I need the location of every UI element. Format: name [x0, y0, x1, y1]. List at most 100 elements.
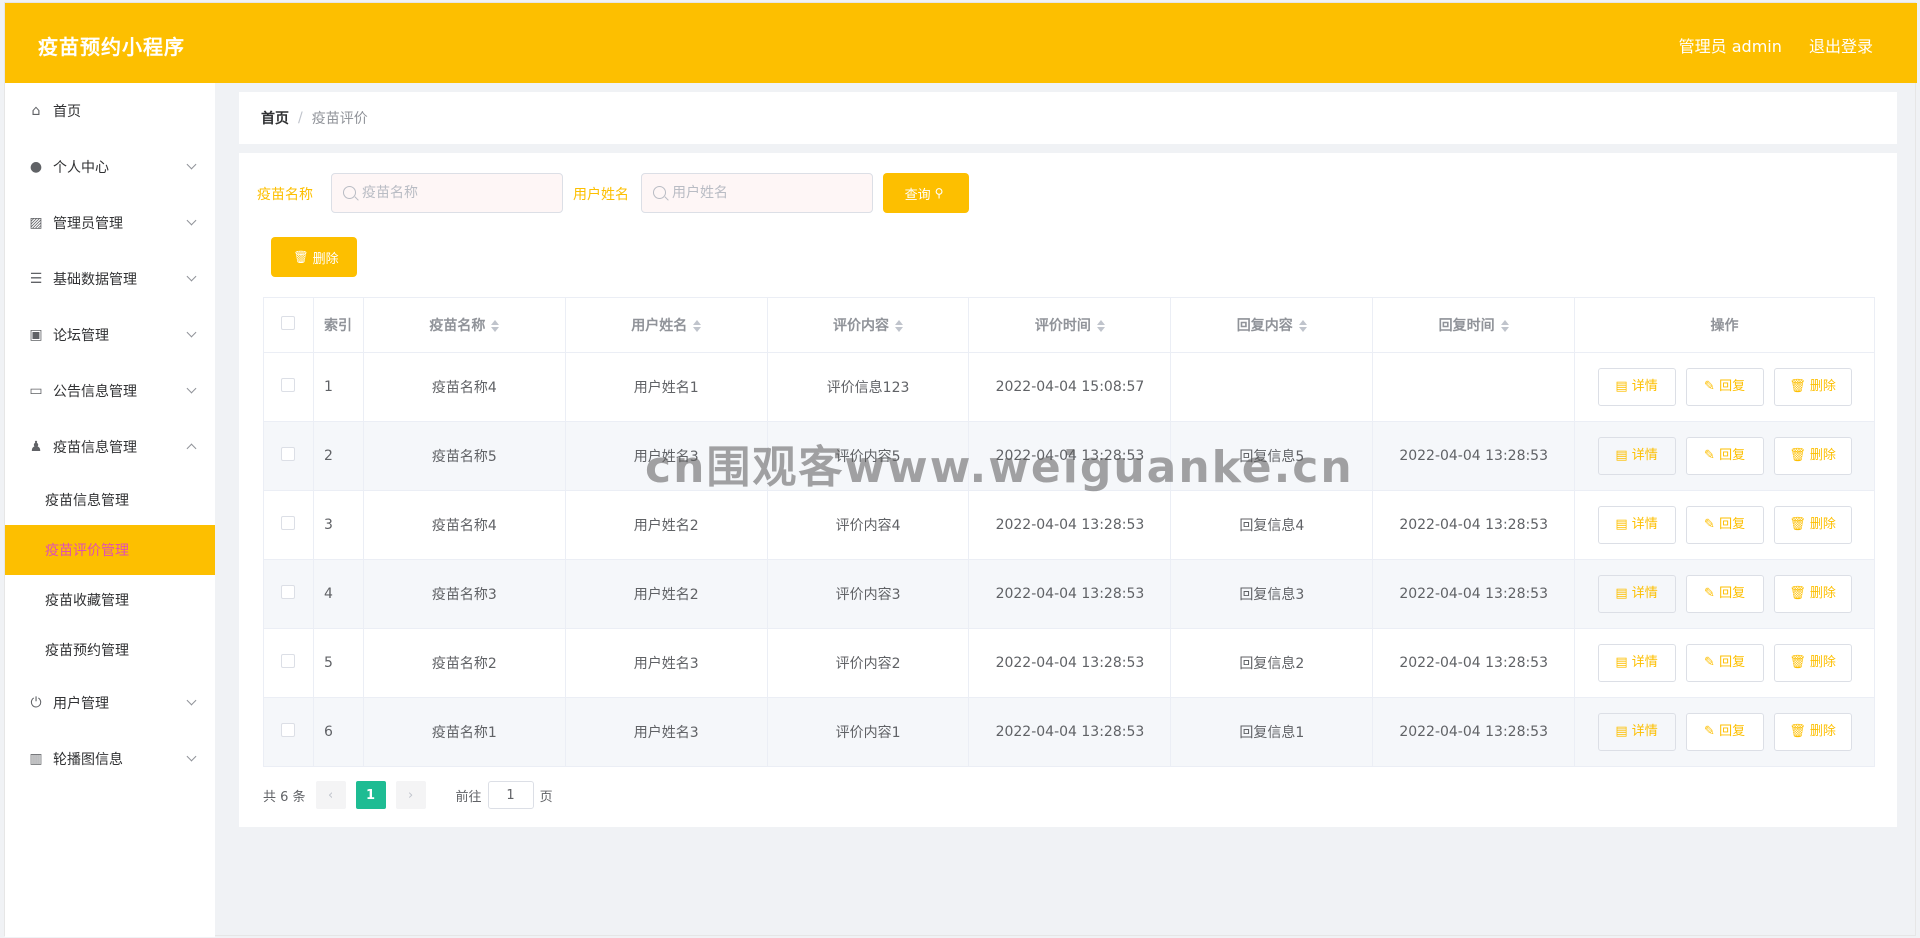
row-checkbox[interactable] [281, 447, 296, 461]
reply-button[interactable]: ✎ 回复 [1685, 437, 1764, 475]
reply-button[interactable]: ✎ 回复 [1685, 506, 1764, 544]
row-select-cell[interactable] [263, 421, 314, 491]
vaccine-name-input[interactable] [331, 173, 563, 213]
query-button[interactable]: 查询 ⚲ [883, 173, 969, 213]
select-all-cell[interactable] [263, 297, 314, 353]
sort-icon[interactable] [1298, 320, 1307, 332]
sidebar-item-label: 疫苗信息管理 [53, 440, 137, 456]
logout-link[interactable]: 退出登录 [1809, 37, 1873, 56]
prev-page-button[interactable]: ‹ [315, 781, 346, 809]
sidebar-subitem-vaccine-booking[interactable]: 疫苗预约管理 [5, 625, 215, 675]
table-cell: 2022-04-04 13:28:53 [1372, 559, 1576, 629]
sort-icon[interactable] [491, 320, 500, 332]
user-name-input[interactable] [641, 173, 873, 213]
top-bar: 疫苗预约小程序 管理员 admin 退出登录 [5, 3, 1917, 83]
delete-label: 删除 [1809, 448, 1836, 463]
sidebar-item-notice[interactable]: ▭ 公告信息管理 [5, 363, 215, 419]
sidebar-subitem-vaccine-favorite[interactable]: 疫苗收藏管理 [5, 575, 215, 625]
user-name-label: 用户姓名 [573, 187, 629, 203]
row-select-cell[interactable] [263, 490, 314, 560]
select-all-checkbox[interactable] [281, 316, 296, 330]
delete-button[interactable]: 🗑 删除 [1773, 575, 1852, 613]
sidebar-item-admin[interactable]: ▨ 管理员管理 [5, 195, 215, 251]
detail-button[interactable]: ▤ 详情 [1597, 644, 1676, 682]
sidebar-item-profile[interactable]: ● 个人中心 [5, 139, 215, 195]
sidebar-subitem-vaccine-review[interactable]: 疫苗评价管理 [5, 525, 215, 575]
row-select-cell[interactable] [263, 697, 314, 767]
delete-button[interactable]: 🗑 删除 [1773, 437, 1852, 475]
sidebar-item-vaccine-info[interactable]: ♟ 疫苗信息管理 [5, 419, 215, 475]
reply-button[interactable]: ✎ 回复 [1685, 368, 1764, 406]
row-checkbox[interactable] [281, 654, 296, 668]
table-cell: 回复信息3 [1170, 559, 1374, 629]
detail-label: 详情 [1631, 655, 1658, 670]
review-table: 索引 疫苗名称 用户姓名 评价内容 评价时间 回复内容 回复时间 操作 1 疫苗名… [263, 297, 1875, 767]
detail-label: 详情 [1631, 586, 1658, 601]
delete-button[interactable]: 🗑 删除 [1773, 506, 1852, 544]
chevron-down-icon [186, 159, 197, 170]
detail-label: 详情 [1631, 724, 1658, 739]
table-row: 5 疫苗名称2 用户姓名3 评价内容2 2022-04-04 13:28:53 回复信息2… [263, 628, 1875, 698]
table-cell: 评价内容4 [766, 490, 970, 560]
sort-icon[interactable] [1500, 320, 1509, 332]
sidebar-item-label: 首页 [53, 104, 81, 120]
row-checkbox[interactable] [281, 585, 296, 599]
sort-icon[interactable] [693, 320, 702, 332]
sidebar-item-forum[interactable]: ▣ 论坛管理 [5, 307, 215, 363]
sidebar-item-label: 轮播图信息 [53, 752, 123, 768]
row-checkbox[interactable] [281, 378, 296, 392]
table-cell: 2022-04-04 13:28:53 [1372, 421, 1576, 491]
detail-button[interactable]: ▤ 详情 [1597, 368, 1676, 406]
reply-label: 回复 [1719, 448, 1746, 463]
reply-button[interactable]: ✎ 回复 [1685, 644, 1764, 682]
table-cell [1170, 352, 1374, 422]
table-cell: 评价信息123 [766, 352, 970, 422]
header-reply-time[interactable]: 回复时间 [1372, 297, 1576, 353]
query-button-label: 查询 [904, 187, 931, 203]
row-actions: ▤ 详情 ✎ 回复 🗑 删除 [1574, 559, 1875, 629]
header-reply-content[interactable]: 回复内容 [1170, 297, 1374, 353]
row-select-cell[interactable] [263, 559, 314, 629]
table-cell [1372, 352, 1576, 422]
sort-icon[interactable] [1096, 320, 1105, 332]
delete-button[interactable]: 🗑 删除 [1773, 644, 1852, 682]
detail-button[interactable]: ▤ 详情 [1597, 713, 1676, 751]
goto-page-input[interactable] [487, 781, 534, 809]
sidebar-item-basic-data[interactable]: ☰ 基础数据管理 [5, 251, 215, 307]
reply-button[interactable]: ✎ 回复 [1685, 713, 1764, 751]
sort-icon[interactable] [895, 320, 904, 332]
sidebar-subitem-vaccine-info[interactable]: 疫苗信息管理 [5, 475, 215, 525]
sidebar-item-label: 公告信息管理 [53, 384, 137, 400]
detail-button[interactable]: ▤ 详情 [1597, 506, 1676, 544]
sidebar-item-carousel[interactable]: ▥ 轮播图信息 [5, 731, 215, 787]
header-user-name[interactable]: 用户姓名 [564, 297, 768, 353]
app-title: 疫苗预约小程序 [38, 35, 185, 59]
detail-button[interactable]: ▤ 详情 [1597, 437, 1676, 475]
header-vaccine-name[interactable]: 疫苗名称 [362, 297, 566, 353]
batch-delete-button[interactable]: 🗑 删除 [271, 237, 357, 277]
row-select-cell[interactable] [263, 628, 314, 698]
sidebar-item-users[interactable]: ⏻ 用户管理 [5, 675, 215, 731]
reply-button[interactable]: ✎ 回复 [1685, 575, 1764, 613]
document-icon: ▤ [1615, 586, 1628, 601]
sidebar-item-home[interactable]: ⌂ 首页 [5, 83, 215, 139]
current-page-button[interactable]: 1 [355, 781, 386, 809]
delete-label: 删除 [1809, 586, 1836, 601]
trash-icon: 🗑 [1789, 517, 1806, 532]
row-checkbox[interactable] [281, 723, 296, 737]
vaccine-name-label: 疫苗名称 [257, 187, 313, 203]
row-checkbox[interactable] [281, 516, 296, 530]
delete-button[interactable]: 🗑 删除 [1773, 713, 1852, 751]
header-label: 用户姓名 [631, 318, 688, 334]
trash-icon: 🗑 [1789, 724, 1806, 739]
header-review-time[interactable]: 评价时间 [968, 297, 1172, 353]
edit-icon: ✎ [1704, 448, 1715, 463]
breadcrumb-home[interactable]: 首页 [261, 108, 289, 128]
detail-button[interactable]: ▤ 详情 [1597, 575, 1676, 613]
next-page-button[interactable]: › [395, 781, 426, 809]
row-actions: ▤ 详情 ✎ 回复 🗑 删除 [1574, 697, 1875, 767]
delete-button[interactable]: 🗑 删除 [1773, 368, 1852, 406]
header-review-content[interactable]: 评价内容 [766, 297, 970, 353]
row-select-cell[interactable] [263, 352, 314, 422]
delete-label: 删除 [1809, 379, 1836, 394]
